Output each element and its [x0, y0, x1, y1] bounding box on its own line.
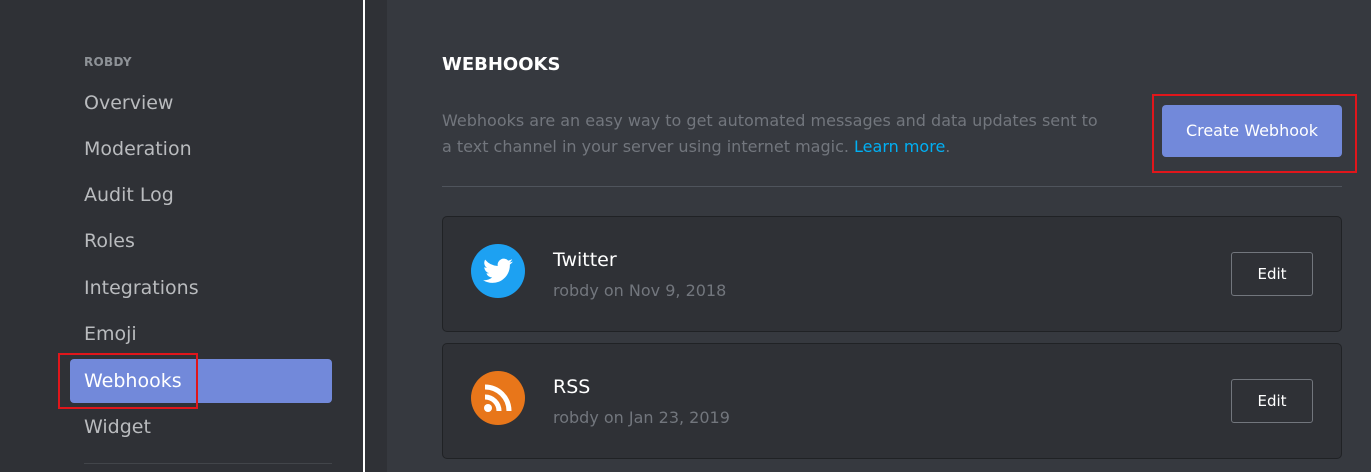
sidebar-item-overview[interactable]: Overview	[70, 81, 332, 125]
divider-line	[363, 0, 365, 472]
sidebar-item-moderation[interactable]: Moderation	[70, 127, 332, 171]
webhook-name: Twitter	[553, 249, 617, 271]
divider	[442, 186, 1342, 187]
page-title: WEBHOOKS	[442, 54, 561, 75]
edit-button[interactable]: Edit	[1231, 252, 1313, 296]
webhook-card[interactable]: RSS robdy on Jan 23, 2019 Edit	[442, 343, 1342, 459]
sidebar-divider	[84, 463, 332, 464]
sidebar-item-widget[interactable]: Widget	[70, 405, 332, 449]
edit-button[interactable]: Edit	[1231, 379, 1313, 423]
sidebar-section-header: ROBDY	[84, 55, 132, 69]
sidebar-item-roles[interactable]: Roles	[70, 219, 332, 263]
period: .	[945, 137, 951, 156]
sidebar-item-audit-log[interactable]: Audit Log	[70, 173, 332, 217]
sidebar-item-emoji[interactable]: Emoji	[70, 312, 332, 356]
highlight-box	[58, 353, 198, 409]
description: Webhooks are an easy way to get automate…	[442, 108, 1112, 160]
webhook-card[interactable]: Twitter robdy on Nov 9, 2018 Edit	[442, 216, 1342, 332]
sidebar-item-integrations[interactable]: Integrations	[70, 266, 332, 310]
description-text: Webhooks are an easy way to get automate…	[442, 111, 1098, 156]
webhook-meta: robdy on Nov 9, 2018	[553, 281, 727, 300]
webhook-meta: robdy on Jan 23, 2019	[553, 408, 730, 427]
twitter-icon	[471, 244, 525, 298]
webhook-name: RSS	[553, 376, 591, 398]
learn-more-link[interactable]: Learn more	[854, 137, 945, 156]
rss-icon	[471, 371, 525, 425]
highlight-box	[1152, 94, 1357, 173]
